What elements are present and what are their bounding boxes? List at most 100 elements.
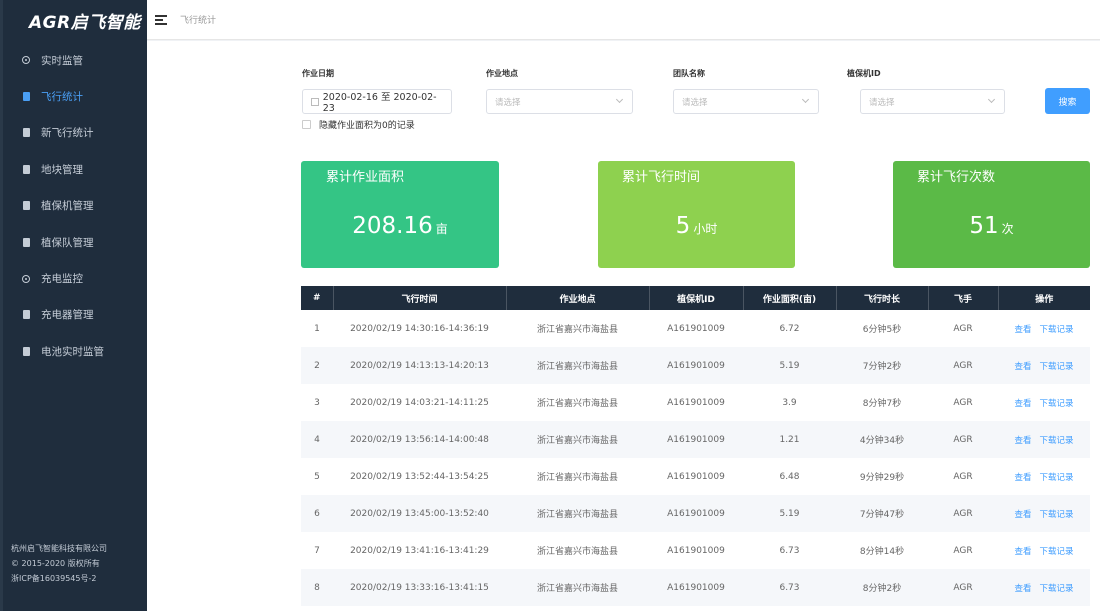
table-row: 2 2020/02/19 14:13:13-14:20:13 浙江省嘉兴市海盐县 A1…	[301, 347, 1090, 384]
cell-no: 2	[301, 347, 333, 384]
sidebar-item[interactable]: 电池实时监管	[3, 333, 147, 369]
cell-time: 2020/02/19 13:56:14-14:00:48	[333, 421, 506, 458]
cell-no: 1	[314, 323, 320, 334]
cell-location: 浙江省嘉兴市海盐县	[536, 547, 618, 557]
view-link[interactable]: 查看	[1014, 510, 1031, 520]
table-row: 8 2020/02/19 13:33:16-13:41:15 浙江省嘉兴市海盐县 A1…	[301, 569, 1090, 606]
cell-area: 3.9	[782, 397, 797, 408]
table-body: 1 2020/02/19 14:30:16-14:36:19 浙江省嘉兴市海盐县 A1…	[301, 310, 1090, 606]
download-record-link[interactable]: 下载记录	[1040, 399, 1074, 409]
cell-duration: 6分钟5秒	[862, 325, 902, 335]
view-link[interactable]: 查看	[1014, 325, 1031, 335]
sidebar-item[interactable]: 地块管理	[3, 151, 147, 187]
sidebar-item-label: 新飞行统计	[41, 127, 94, 140]
cell-location: 浙江省嘉兴市海盐县	[536, 473, 618, 483]
cell-location: 浙江省嘉兴市海盐县	[506, 495, 649, 532]
cell-time: 2020/02/19 14:13:13-14:20:13	[333, 347, 506, 384]
table-row: 7 2020/02/19 13:41:16-13:41:29 浙江省嘉兴市海盐县 A1…	[301, 532, 1090, 569]
hide-zero-area-checkbox[interactable]: 隐藏作业面积为0的记录	[302, 118, 415, 131]
sidebar-item[interactable]: 植保队管理	[3, 224, 147, 260]
cell-area: 6.73	[779, 545, 800, 556]
breadcrumb: 飞行统计	[180, 16, 217, 26]
sidebar-item-label: 植保队管理	[41, 236, 94, 249]
sidebar-nav: 实时监管 飞行统计新飞行统计地块管理植保机管理植保队管理充电监控充电器管理电池实时…	[3, 42, 147, 370]
list-icon	[21, 201, 31, 211]
total-area-card: 累计作业面积 208.16 亩	[301, 161, 499, 268]
total-time-card: 累计飞行时间 5 小时	[598, 161, 795, 268]
column-header: 飞行时长	[836, 286, 929, 310]
cell-duration: 8分钟14秒	[859, 547, 905, 557]
sidebar-item[interactable]: 新飞行统计	[3, 115, 147, 151]
column-header: 飞手	[928, 286, 999, 310]
sidebar-item[interactable]: 充电器管理	[3, 297, 147, 333]
company-name: 杭州启飞智能科技有限公司	[11, 544, 107, 553]
plug-icon	[21, 310, 31, 320]
drone-select[interactable]: 请选择	[860, 89, 1005, 114]
view-link[interactable]: 查看	[1014, 362, 1031, 372]
sidebar-item[interactable]: 飞行统计	[3, 78, 147, 114]
table-row: 3 2020/02/19 14:03:21-14:11:25 浙江省嘉兴市海盐县 A1…	[301, 384, 1090, 421]
cell-location: 浙江省嘉兴市海盐县	[536, 325, 618, 335]
view-link[interactable]: 查看	[1014, 399, 1031, 409]
download-record-link[interactable]: 下载记录	[1040, 584, 1074, 594]
cell-pilot: AGR	[928, 495, 998, 532]
flight-records-table: # 飞行时间 作业地点 植保机ID 作业面积(亩) 飞行时长 飞手 操作 1 2020/02/1…	[301, 286, 1090, 606]
column-header: 飞行时间	[333, 286, 507, 310]
cell-no: 7	[314, 545, 320, 556]
sidebar-footer: 杭州启飞智能科技有限公司 © 2015-2020 版权所有 浙ICP备16039…	[11, 541, 107, 586]
cell-no: 8	[301, 569, 333, 606]
menu-toggle-icon[interactable]	[155, 14, 167, 25]
location-select[interactable]: 请选择	[486, 89, 633, 114]
view-link[interactable]: 查看	[1014, 473, 1031, 483]
download-record-link[interactable]: 下载记录	[1040, 547, 1074, 557]
view-link[interactable]: 查看	[1014, 584, 1031, 594]
team-select[interactable]: 请选择	[673, 89, 819, 114]
download-record-link[interactable]: 下载记录	[1040, 325, 1074, 335]
cell-time: 2020/02/19 13:41:16-13:41:29	[350, 545, 489, 556]
checkbox-box[interactable]	[302, 120, 311, 129]
cell-duration: 9分钟29秒	[859, 473, 905, 483]
cell-pilot: AGR	[953, 397, 973, 408]
download-record-link[interactable]: 下载记录	[1040, 510, 1074, 520]
cell-actions: 查看 下载记录	[998, 458, 1090, 495]
cell-pilot: AGR	[953, 545, 973, 556]
cell-area: 5.19	[743, 495, 836, 532]
topbar: 飞行统计	[147, 0, 1100, 40]
sidebar-item[interactable]: 植保机管理	[3, 188, 147, 224]
cell-duration: 8分钟7秒	[862, 399, 902, 409]
cell-drone-id: A161901009	[667, 397, 725, 408]
download-record-link[interactable]: 下载记录	[1040, 473, 1074, 483]
sidebar-item-label: 充电监控	[41, 273, 83, 286]
icp-number: 浙ICP备16039545号-2	[11, 574, 97, 583]
main-content: 作业日期 作业地点 团队名称 植保机ID 2020-02-16 至 2020-0…	[147, 41, 1100, 611]
download-record-link[interactable]: 下载记录	[1040, 436, 1074, 446]
view-link[interactable]: 查看	[1014, 436, 1031, 446]
cell-drone-id: A161901009	[649, 347, 743, 384]
date-range-picker[interactable]: 2020-02-16 至 2020-02-23	[302, 89, 452, 114]
cell-actions: 查看 下载记录	[998, 532, 1090, 569]
cell-no: 5	[314, 471, 320, 482]
cell-actions: 查看 下载记录	[998, 384, 1090, 421]
cell-location: 浙江省嘉兴市海盐县	[536, 399, 618, 409]
column-header: 植保机ID	[649, 286, 744, 310]
eye-icon	[21, 55, 31, 65]
chevron-down-icon	[801, 95, 810, 104]
search-button[interactable]: 搜索	[1045, 88, 1090, 114]
hide-zero-area-label: 隐藏作业面积为0的记录	[319, 121, 415, 131]
sidebar-item-label: 电池实时监管	[41, 345, 104, 358]
location-filter-label: 作业地点	[486, 69, 518, 78]
view-link[interactable]: 查看	[1014, 547, 1031, 557]
card-unit: 次	[1001, 222, 1014, 236]
download-record-link[interactable]: 下载记录	[1040, 362, 1074, 372]
sidebar-item[interactable]: 实时监管	[3, 42, 147, 78]
cell-no: 6	[301, 495, 333, 532]
cell-actions: 查看 下载记录	[998, 347, 1090, 384]
cell-time: 2020/02/19 14:03:21-14:11:25	[350, 397, 489, 408]
cell-drone-id: A161901009	[649, 495, 743, 532]
column-header: 作业面积(亩)	[743, 286, 837, 310]
sidebar-item-label: 地块管理	[41, 163, 83, 176]
sidebar-item[interactable]: 充电监控	[3, 260, 147, 296]
card-number: 208.16	[352, 213, 433, 239]
cell-location: 浙江省嘉兴市海盐县	[506, 569, 649, 606]
document-icon	[21, 92, 31, 102]
